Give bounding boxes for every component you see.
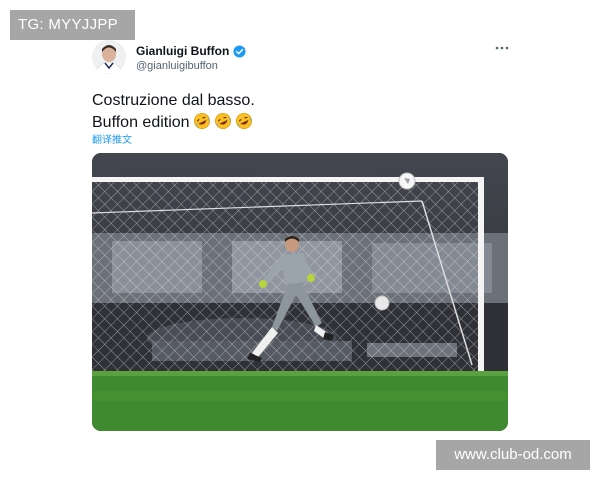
verified-badge-icon bbox=[233, 44, 246, 58]
avatar[interactable] bbox=[92, 40, 126, 74]
author-name-row[interactable]: Gianluigi Buffon bbox=[136, 44, 246, 58]
avatar-image bbox=[92, 40, 126, 74]
goalkeeper-photo-image bbox=[92, 153, 508, 431]
rofl-emoji-icon bbox=[214, 112, 231, 130]
rofl-emoji-icon bbox=[193, 112, 210, 130]
tweet-text-line-1: Costruzione dal basso. bbox=[92, 92, 255, 109]
tweet-text: Costruzione dal basso. Buffon edition bbox=[92, 90, 255, 134]
tweet-text-line-2-words: Buffon edition bbox=[92, 114, 190, 131]
watermark-bottom-right: www.club-od.com bbox=[436, 440, 590, 470]
translate-tweet-link[interactable]: 翻译推文 bbox=[92, 131, 132, 146]
tweet-photo[interactable] bbox=[92, 153, 508, 431]
rofl-emoji-icon bbox=[235, 112, 252, 130]
watermark-top-left: TG: MYYJJPP bbox=[10, 10, 135, 40]
more-options-icon[interactable] bbox=[494, 42, 510, 54]
author-handle[interactable]: @gianluigibuffon bbox=[136, 60, 218, 72]
author-display-name[interactable]: Gianluigi Buffon bbox=[136, 44, 229, 58]
